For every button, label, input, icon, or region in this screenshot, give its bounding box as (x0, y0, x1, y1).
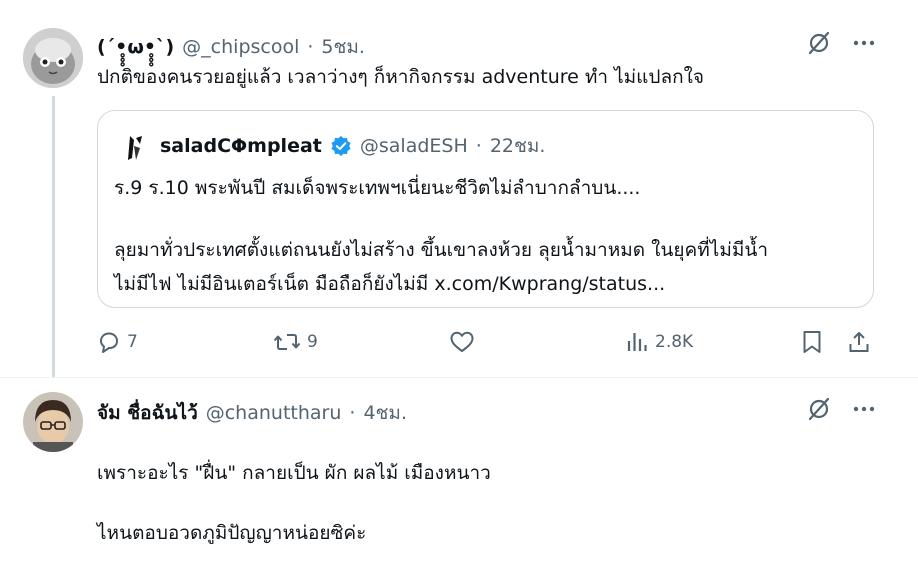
more-icon[interactable] (852, 397, 876, 421)
verified-badge-icon (330, 135, 352, 157)
tweet-line: ไหนตอบอวดภูมิปัญญาหน่อยซิค่ะ (97, 522, 367, 544)
separator: · (349, 402, 356, 424)
handle[interactable]: @_chipscool (182, 36, 299, 58)
thread-line (52, 96, 55, 378)
quote-handle[interactable]: @saladESH (360, 135, 468, 157)
tweet-top-icons (806, 30, 876, 56)
repost-count: 9 (307, 332, 318, 352)
tweet-header: (´•̥̥̥ω•̥̥̥`) @_chipscool · 5ชม. (97, 32, 365, 62)
views-button[interactable]: 2.8K (625, 326, 693, 358)
separator: · (307, 36, 314, 58)
tweet-line: เพราะอะไร "ฝื่น" กลายเป็น ผัก ผลไม้ เมือ… (97, 462, 491, 484)
handle[interactable]: @chanuttharu (206, 402, 342, 424)
tweet-2[interactable]: จัม ชื่อฉันไว้ @chanuttharu · 4ชม. เพราะ… (0, 378, 918, 544)
more-icon[interactable] (852, 31, 876, 55)
views-icon (627, 333, 647, 351)
quote-blank-line (114, 205, 859, 233)
timestamp[interactable]: 4ชม. (363, 398, 407, 428)
repost-icon (273, 334, 301, 350)
like-button[interactable] (449, 326, 481, 358)
views-count: 2.8K (655, 332, 694, 352)
quote-header: saladCΦmpleat @saladESH · 22ชม. (124, 131, 545, 161)
quote-display-name[interactable]: saladCΦmpleat (160, 135, 322, 157)
quote-timestamp[interactable]: 22ชม. (490, 131, 546, 161)
grok-slash-icon[interactable] (806, 30, 832, 56)
tweet-top-icons (806, 396, 876, 422)
avatar[interactable] (23, 28, 83, 88)
tweet-actions: 7 9 2.8K (97, 326, 877, 358)
share-button[interactable] (847, 326, 871, 358)
display-name[interactable]: จัม ชื่อฉันไว้ (97, 398, 198, 428)
quote-line: ร.9 ร.10 พระพันปี สมเด็จพระเทพฯเนี่ยนะชี… (114, 177, 641, 199)
quote-line: ไม่มีไฟ ไม่มีอินเตอร์เน็ต มือถือก็ยังไม่… (114, 273, 666, 295)
reply-icon (100, 332, 118, 353)
avatar[interactable] (23, 392, 83, 452)
quote-tweet[interactable]: saladCΦmpleat @saladESH · 22ชม. ร.9 ร.10… (97, 110, 874, 308)
tweet-text: ปกติของคนรวยอยู่แล้ว เวลาว่างๆ ก็หากิจกร… (97, 66, 705, 88)
timestamp[interactable]: 5ชม. (321, 32, 365, 62)
reply-count: 7 (127, 332, 138, 352)
share-icon (849, 332, 869, 352)
tweet-text: เพราะอะไร "ฝื่น" กลายเป็น ผัก ผลไม้ เมือ… (97, 428, 857, 578)
tweet-header: จัม ชื่อฉันไว้ @chanuttharu · 4ชม. (97, 398, 407, 428)
bookmark-button[interactable] (801, 326, 823, 358)
bookmark-icon (803, 331, 821, 353)
tweet-1[interactable]: (´•̥̥̥ω•̥̥̥`) @_chipscool · 5ชม. ปกติของ… (0, 0, 918, 378)
display-name[interactable]: (´•̥̥̥ω•̥̥̥`) (97, 36, 174, 58)
like-icon (450, 331, 474, 352)
repost-button[interactable]: 9 (273, 326, 318, 358)
grok-slash-icon[interactable] (806, 396, 832, 422)
quote-text: ร.9 ร.10 พระพันปี สมเด็จพระเทพฯเนี่ยนะชี… (114, 171, 859, 301)
quote-line: ลุยมาทั่วประเทศตั้งแต่ถนนยังไม่สร้าง ขึ้… (114, 239, 769, 261)
reply-button[interactable]: 7 (97, 326, 138, 358)
separator: · (475, 135, 482, 157)
quote-avatar[interactable] (124, 134, 148, 160)
